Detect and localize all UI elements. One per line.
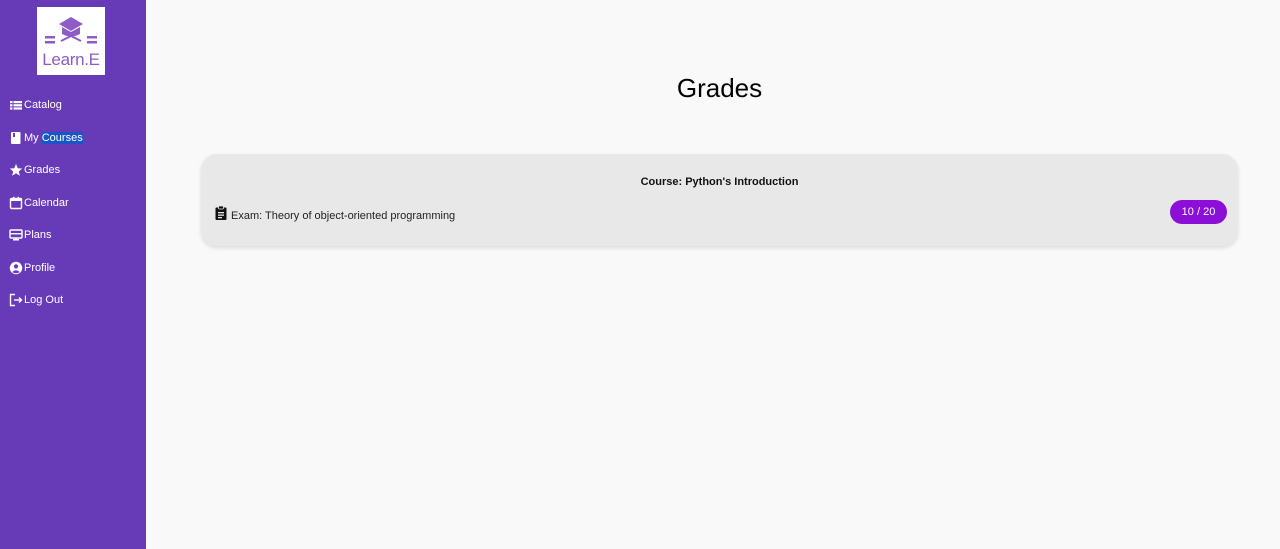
list-icon [9,98,23,112]
sidebar-item-logout[interactable]: Log Out [0,284,146,317]
clipboard-icon [213,205,229,221]
calendar-icon [9,196,23,210]
grade-card: Course: Python's Introduction Exam: Theo… [201,154,1238,246]
sidebar-item-my-courses[interactable]: My Courses [0,122,146,155]
logout-icon [9,293,23,307]
sidebar-item-label: Profile [24,261,56,274]
sidebar-item-grades[interactable]: Grades [0,154,146,187]
sidebar-item-plans[interactable]: Plans [0,219,146,252]
exam-name: Exam: Theory of object-oriented programm… [231,210,456,222]
sidebar-nav: Catalog My Courses Grades Calendar Plans… [0,89,146,317]
sidebar-item-label: My [24,131,42,144]
sidebar-item-profile[interactable]: Profile [0,252,146,285]
selected-text: Courses [41,131,83,144]
sidebar-item-label: Grades [24,164,61,177]
logo[interactable]: Learn.E [37,7,105,75]
sidebar-item-catalog[interactable]: Catalog [0,89,146,122]
exam-row: Exam: Theory of object-oriented programm… [213,204,455,222]
star-icon [9,163,23,177]
sidebar-item-label: Catalog [24,99,62,112]
book-icon [9,131,23,145]
grade-badge: 10 / 20 [1170,200,1227,224]
sidebar-item-label: Log Out [24,294,64,307]
sidebar-item-label: Calendar [24,196,69,209]
page-title: Grades [676,73,763,103]
monitor-icon [9,228,23,242]
course-title: Course: Python's Introduction [640,176,799,188]
sidebar-item-label: Plans [24,229,52,242]
logo-text: Learn.E [42,50,100,69]
account-circle-icon [9,261,23,275]
sidebar-item-calendar[interactable]: Calendar [0,187,146,220]
sidebar: Learn.E Catalog My Courses Grades Calend… [0,0,146,549]
